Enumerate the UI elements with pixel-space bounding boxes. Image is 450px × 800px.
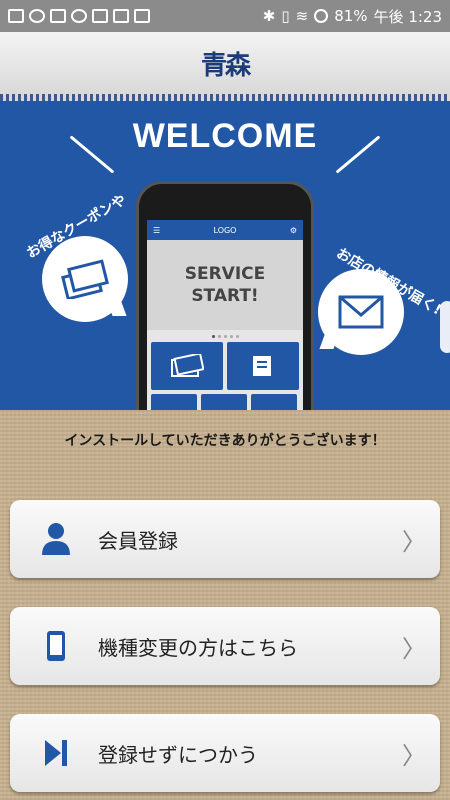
skip-register-button[interactable]: 登録せずにつかう 〉 (10, 714, 440, 792)
notification-icons (8, 9, 150, 23)
phone-illustration: ☰ LOGO ⚙ SERVICE START! (136, 181, 314, 410)
device-change-button[interactable]: 機種変更の方はこちら 〉 (10, 607, 440, 685)
store-icon (50, 9, 66, 23)
hero-line-2: START! (191, 286, 259, 306)
tile (251, 394, 297, 410)
battery-level: 81% (334, 7, 368, 25)
person-icon (32, 522, 80, 556)
gallery-icon (8, 9, 24, 23)
phone-screen: ☰ LOGO ⚙ SERVICE START! (147, 220, 303, 410)
phone-tiles (147, 342, 303, 410)
content-area: インストールしていただきありがとうございます！ 会員登録 〉 機種変更の方はこち… (0, 410, 450, 800)
page-dots (147, 330, 303, 342)
member-register-button[interactable]: 会員登録 〉 (10, 500, 440, 578)
status-bar: ✱ ▯ ≋ 81% 午後 1:23 (0, 0, 450, 32)
wifi-signal-icon: ≋ (295, 7, 309, 25)
welcome-title: WELCOME (132, 117, 318, 155)
sync-icon (71, 9, 87, 23)
tile (201, 394, 247, 410)
vibrate-icon: ▯ (281, 7, 290, 25)
ticket-icon (171, 354, 204, 377)
gear-icon: ⚙ (289, 225, 297, 235)
bluetooth-icon: ✱ (262, 7, 276, 25)
phone-hero: SERVICE START! (147, 240, 303, 330)
header-divider (0, 94, 450, 101)
memo-tile (227, 342, 299, 390)
phone-toolbar: ☰ LOGO ⚙ (147, 220, 303, 240)
menu-icon: ☰ (153, 225, 161, 235)
skip-icon (32, 738, 80, 768)
smartphone-icon (32, 629, 80, 663)
mail-icon (338, 295, 384, 329)
wifi-icon (29, 9, 45, 23)
button-label: 登録せずにつかう (98, 742, 258, 767)
chevron-right-icon: 〉 (402, 527, 426, 556)
tile (151, 394, 197, 410)
flipboard-icon (92, 9, 108, 23)
clock: 午後 1:23 (373, 7, 442, 26)
app-logo: 青森 (200, 50, 251, 81)
app-header: 青森 (0, 32, 450, 94)
store-icon (134, 9, 150, 23)
welcome-banner: WELCOME ☰ LOGO ⚙ SERVICE START! お得なクーポンや… (0, 101, 450, 410)
hero-line-1: SERVICE (184, 264, 266, 284)
store-icon (113, 9, 129, 23)
chevron-right-icon: 〉 (402, 741, 426, 770)
button-label: 機種変更の方はこちら (98, 635, 298, 660)
chevron-right-icon: 〉 (402, 634, 426, 663)
no-sim-icon (314, 9, 329, 23)
ticket-icon (61, 259, 109, 299)
carousel-edge (440, 301, 450, 353)
install-message: インストールしていただきありがとうございます！ (64, 433, 386, 449)
button-label: 会員登録 (98, 528, 178, 553)
memo-icon (253, 356, 271, 376)
coupon-tile (151, 342, 223, 390)
phone-logo: LOGO (213, 225, 237, 235)
